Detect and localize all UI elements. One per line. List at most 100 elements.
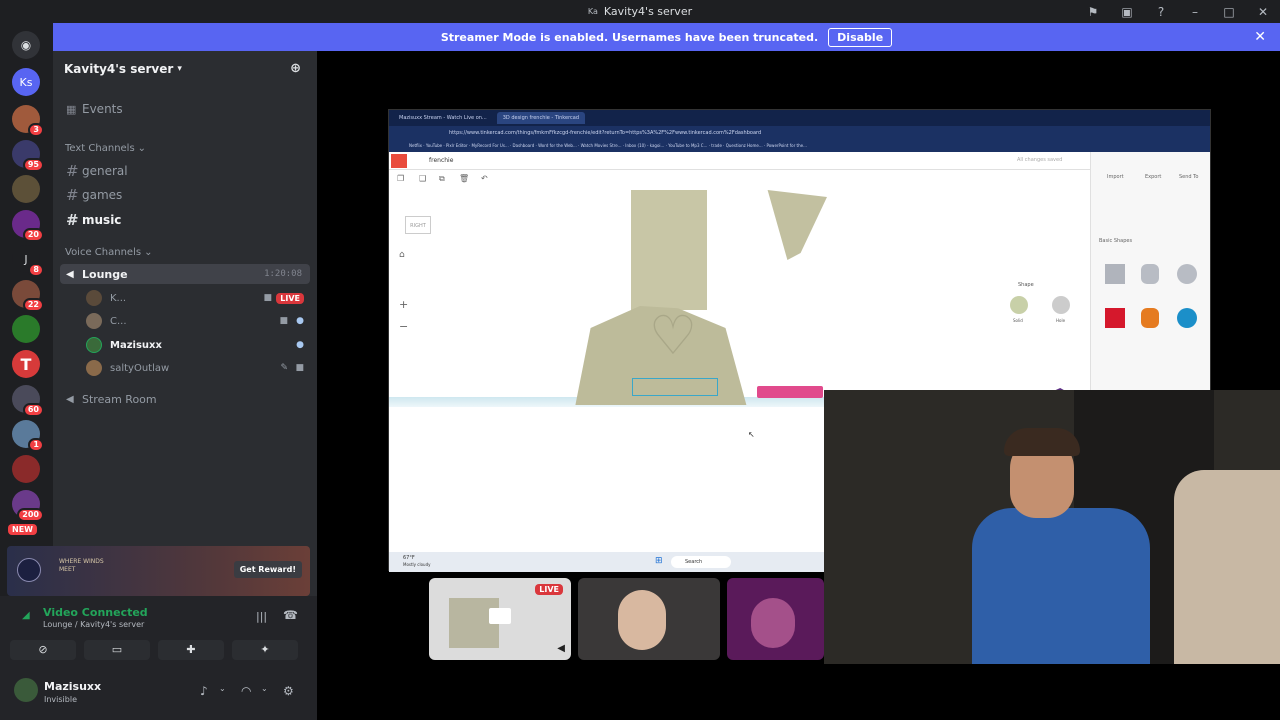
channel-general[interactable]: # general xyxy=(60,161,310,181)
zoom-in-icon: + xyxy=(399,298,409,311)
server-icon[interactable] xyxy=(12,455,40,483)
server-j[interactable]: J8 xyxy=(12,245,44,277)
channel-label: games xyxy=(82,188,123,202)
server-icon[interactable]: 60 xyxy=(12,385,44,417)
channel-games[interactable]: # games xyxy=(60,185,310,205)
activities-button[interactable]: ✚ xyxy=(158,640,224,660)
activities-icon: ✚ xyxy=(186,643,196,656)
camera-off-button[interactable]: ⊘ xyxy=(10,640,76,660)
voice-member[interactable]: K... ■ LIVE xyxy=(60,288,310,308)
video-thumbnail[interactable] xyxy=(727,578,824,660)
pink-box xyxy=(757,386,823,398)
avatar[interactable] xyxy=(14,678,38,702)
server-icon[interactable] xyxy=(12,175,40,203)
camera-off-icon: ⊘ xyxy=(38,643,48,656)
get-reward-button[interactable]: Get Reward! xyxy=(233,561,302,578)
chevron-down-icon[interactable]: ⌄ xyxy=(219,684,226,693)
screen-share-icon[interactable]: ▣ xyxy=(1110,5,1144,19)
undo-icon: ↶ xyxy=(481,174,488,183)
add-member-icon[interactable]: ⊕ xyxy=(290,61,301,76)
server-icon[interactable]: 95 xyxy=(12,140,44,172)
user-name[interactable]: Mazisuxx xyxy=(44,680,101,693)
browser-url-bar: https://www.tinkercad.com/things/fmkmFfk… xyxy=(389,126,1210,140)
server-ks[interactable]: Ks xyxy=(12,68,40,96)
screen-share-icon xyxy=(489,608,511,624)
member-name: C... xyxy=(110,315,127,327)
bookmark: Inbox (10) - kagoi... xyxy=(625,143,665,148)
server-icon[interactable]: 200 xyxy=(12,490,44,522)
discord-home-icon[interactable]: ◉ xyxy=(12,31,40,59)
inbox-icon[interactable]: ⚑ xyxy=(1076,5,1110,19)
category-label: Voice Channels xyxy=(65,247,142,258)
server-icon[interactable]: 22 xyxy=(12,280,44,312)
zoom-out-icon: − xyxy=(399,320,409,333)
streamer-mode-banner: Streamer Mode is enabled. Usernames have… xyxy=(53,23,1280,51)
share-screen-button[interactable]: ▭ xyxy=(84,640,150,660)
gear-icon[interactable]: ⚙ xyxy=(283,684,294,698)
stream-thumbnail[interactable]: LIVE ◀ xyxy=(429,578,571,660)
game-logo-icon xyxy=(17,558,41,582)
server-icon[interactable]: 1 xyxy=(12,420,44,452)
participant-face xyxy=(751,598,795,648)
minimize-icon[interactable]: – xyxy=(1178,5,1212,19)
browser-tab: 3D design frenchie - Tinkercad xyxy=(496,112,586,124)
video-icon: ■ xyxy=(295,363,304,373)
mention-badge: 60 xyxy=(22,403,44,417)
save-status: All changes saved xyxy=(1017,157,1063,163)
chevron-down-icon[interactable]: ⌄ xyxy=(261,684,268,693)
calendar-icon: ▦ xyxy=(66,102,77,116)
channel-music[interactable]: # music xyxy=(60,210,310,230)
voice-member[interactable]: C... ■ ● xyxy=(60,311,310,331)
maximize-icon[interactable]: □ xyxy=(1212,5,1246,19)
banner-close-icon[interactable]: ✕ xyxy=(1254,29,1266,45)
video-icon: ■ xyxy=(279,316,288,326)
voice-channel-stream-room[interactable]: ◀ Stream Room xyxy=(60,389,310,409)
server-icon[interactable]: 20 xyxy=(12,210,44,242)
disconnect-icon[interactable]: ☎ xyxy=(283,608,298,622)
mouse-cursor-icon: ↖ xyxy=(748,430,755,439)
soundboard-icon: ✦ xyxy=(260,643,270,656)
bookmark: PowerPoint for the... xyxy=(766,143,807,148)
microphone-icon[interactable]: ♪ xyxy=(200,684,208,698)
tinkercad-logo xyxy=(391,154,407,168)
voice-channels-category[interactable]: Voice Channels ⌄ xyxy=(60,247,310,258)
voice-member[interactable]: Mazisuxx ● xyxy=(60,335,310,355)
voice-timer: 1:20:08 xyxy=(264,269,302,279)
headphones-icon[interactable]: ◠ xyxy=(241,684,251,698)
voice-location[interactable]: Lounge / Kavity4's server xyxy=(43,620,144,629)
mention-badge: 20 xyxy=(22,228,44,242)
selection-box xyxy=(632,378,718,396)
member-name: K... xyxy=(110,292,127,304)
avatar xyxy=(86,313,102,329)
text-channels-category[interactable]: Text Channels ⌄ xyxy=(60,143,310,154)
server-ks-initials: Ks xyxy=(19,75,33,89)
game-brand: WHERE WINDS MEET xyxy=(59,558,104,573)
avatar xyxy=(86,360,102,376)
close-icon[interactable]: ✕ xyxy=(1246,5,1280,19)
server-icon[interactable]: T xyxy=(12,350,40,378)
basic-shapes-label: Basic Shapes xyxy=(1099,238,1133,244)
server-icon[interactable]: 3 xyxy=(12,105,44,137)
webcam-feed[interactable] xyxy=(824,390,1280,664)
model-pillar xyxy=(631,190,707,310)
mute-icon: ✎ xyxy=(280,363,288,373)
help-icon[interactable]: ? xyxy=(1144,5,1178,19)
events-item[interactable]: ▦ Events xyxy=(60,99,310,119)
sphere-hole-shape xyxy=(1177,264,1197,284)
live-badge: LIVE xyxy=(276,292,304,304)
noise-suppression-icon[interactable]: ||| xyxy=(256,610,267,623)
soundboard-button[interactable]: ✦ xyxy=(232,640,298,660)
video-thumbnail[interactable] xyxy=(578,578,720,660)
promo-card[interactable]: WHERE WINDS MEET Get Reward! xyxy=(7,546,310,596)
mention-badge: 95 xyxy=(22,158,44,172)
member-name: saltyOutlaw xyxy=(110,362,170,374)
shape-inspector: Shape Solid Hole xyxy=(992,280,1092,340)
voice-member[interactable]: saltyOutlaw ✎ ■ xyxy=(60,358,310,378)
server-icon[interactable] xyxy=(12,315,40,343)
signal-icon[interactable]: ◢ xyxy=(22,610,30,621)
home-view-icon: ⌂ xyxy=(399,250,405,260)
disable-button[interactable]: Disable xyxy=(828,27,893,47)
category-label: Text Channels xyxy=(65,143,135,154)
server-header[interactable]: Kavity4's server ▾ ⊕ xyxy=(53,51,317,87)
voice-channel-lounge[interactable]: ◀ Lounge 1:20:08 xyxy=(60,264,310,284)
